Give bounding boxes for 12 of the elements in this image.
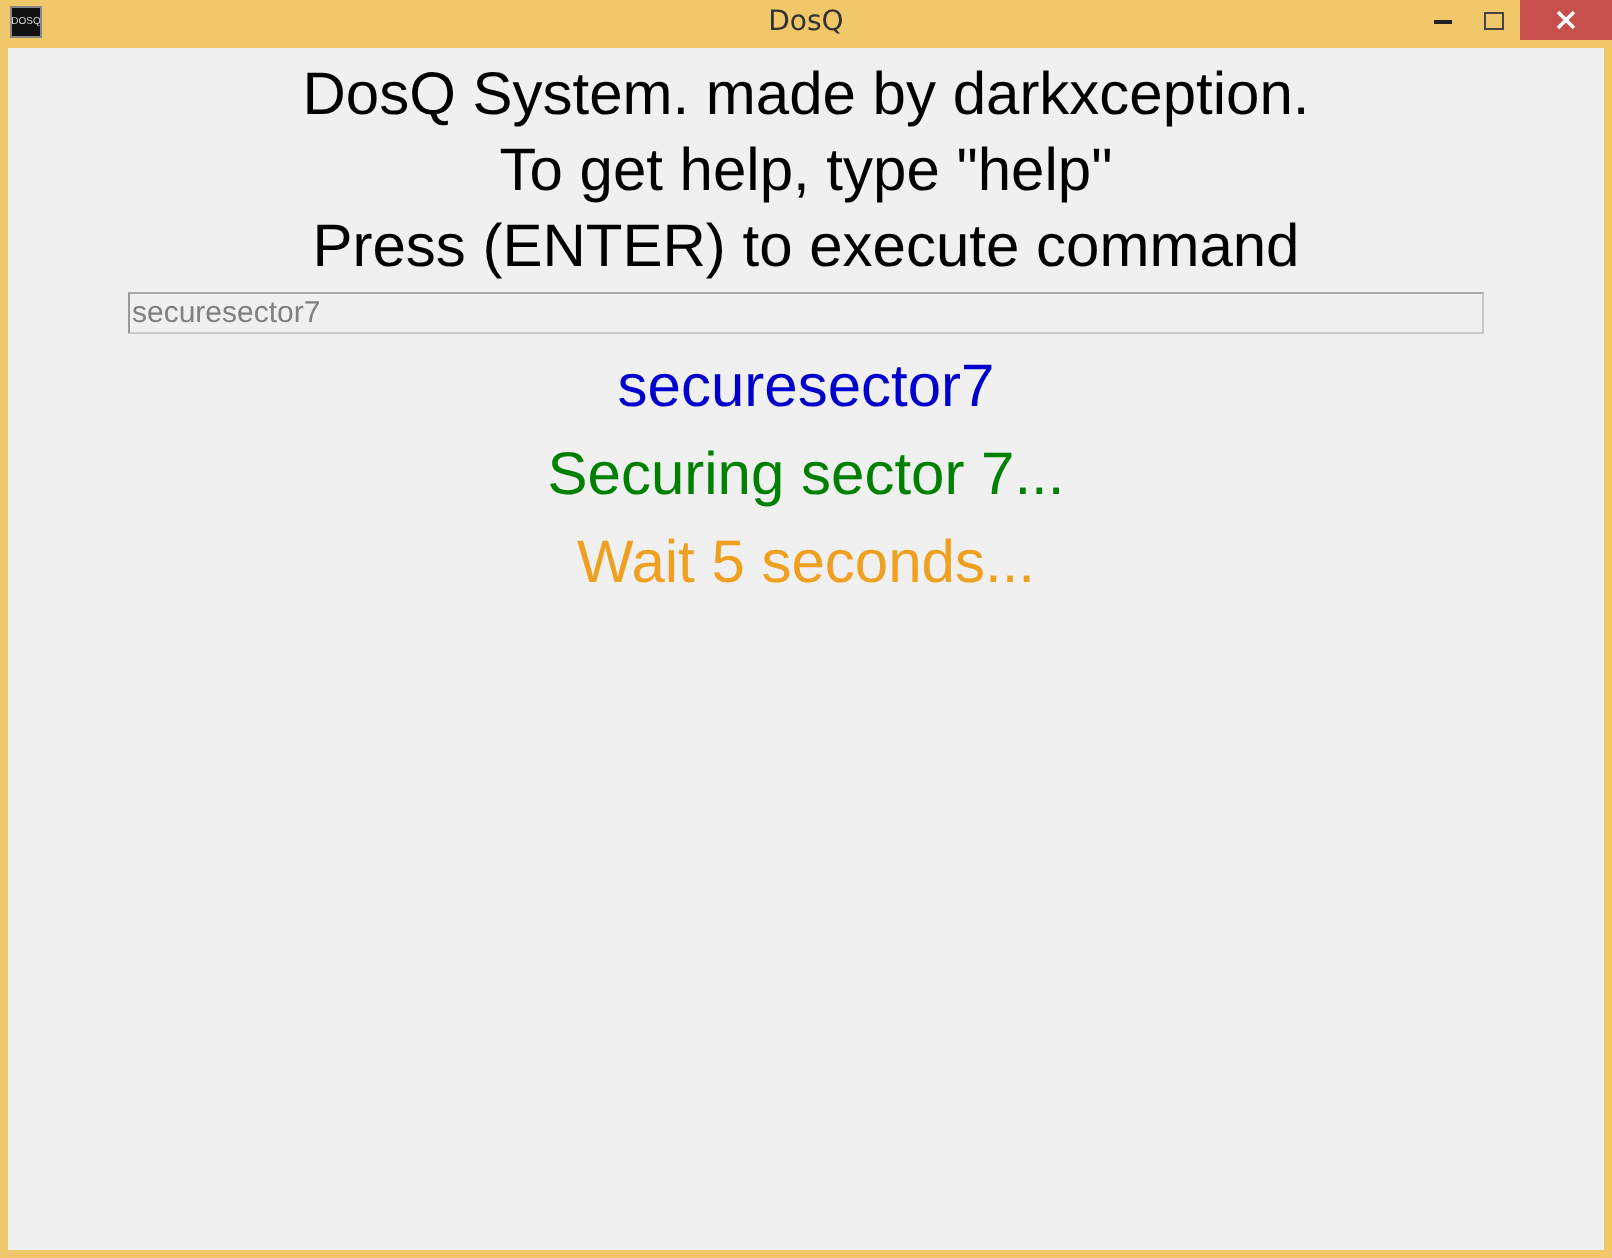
close-button[interactable] xyxy=(1520,0,1612,40)
output-line: Securing sector 7... xyxy=(547,440,1065,512)
close-icon xyxy=(1556,10,1576,30)
command-field[interactable]: securesector7 xyxy=(128,292,1484,334)
header-text: To get help, type "help" xyxy=(499,136,1113,208)
header-text: DosQ System. made by darkxception. xyxy=(302,60,1310,132)
maximize-icon xyxy=(1484,11,1504,29)
window-title: DosQ xyxy=(766,6,846,38)
minimize-icon xyxy=(1433,17,1451,23)
header-text: Press (ENTER) to execute command xyxy=(312,212,1300,284)
output-line: Wait 5 seconds... xyxy=(577,528,1035,600)
output-line: securesector7 xyxy=(617,352,995,424)
